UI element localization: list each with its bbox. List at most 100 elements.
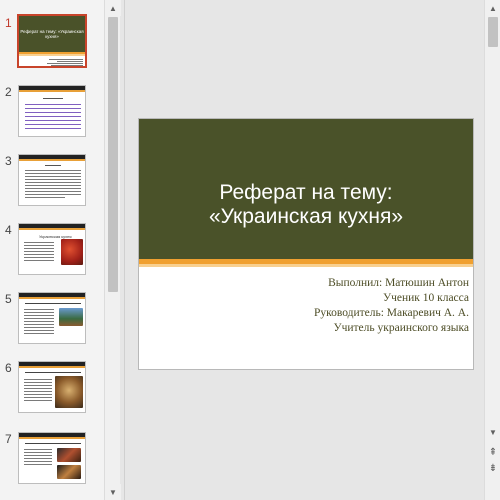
slide-thumbnail-pane: 1 Реферат на тему: «Украинская кухня» 2	[0, 0, 104, 500]
slide-thumbnail-7[interactable]	[18, 432, 86, 484]
thumbnail-text-line	[24, 379, 52, 380]
thumbnail-text-line	[24, 318, 54, 319]
thumbnail-text-line	[24, 327, 54, 328]
scroll-up-icon[interactable]: ▲	[485, 0, 500, 16]
thumbnail-header-stripe	[19, 297, 85, 299]
slide-thumbnail-5[interactable]	[18, 292, 86, 344]
slide-thumbnail-1[interactable]: Реферат на тему: «Украинская кухня»	[17, 14, 87, 68]
thumbnail-text-line	[24, 309, 54, 310]
thumbnail-text-line	[24, 330, 54, 331]
thumbnail-text-line	[24, 400, 52, 401]
thumbnail-text-line	[24, 464, 52, 465]
current-slide[interactable]: Реферат на тему: «Украинская кухня» Выпо…	[138, 118, 474, 370]
presentation-editor: 1 Реферат на тему: «Украинская кухня» 2	[0, 0, 500, 500]
previous-slide-icon[interactable]: ⇞	[485, 444, 500, 460]
thumbnail-text-line	[24, 312, 54, 313]
thumbnail-text-line	[25, 108, 81, 109]
thumbnail-title: Реферат на тему: «Украинская кухня»	[20, 29, 84, 39]
food-photo	[61, 239, 83, 265]
thumbnail-text-line	[25, 179, 81, 180]
thumbnail-text-line	[24, 321, 54, 322]
food-photo	[57, 465, 81, 479]
slide-subtitle[interactable]: Выполнил: Матюшин Антон Ученик 10 класса…	[314, 276, 469, 336]
scrollbar-thumb[interactable]	[488, 17, 498, 47]
scroll-down-icon[interactable]: ▼	[105, 484, 121, 500]
thumbnail-text-line	[25, 197, 65, 198]
thumbnail-scrollbar[interactable]: ▲ ▼	[104, 0, 121, 500]
thumbnail-header-stripe	[19, 90, 85, 92]
thumbnail-text-line	[25, 104, 81, 105]
slide-number: 6	[5, 361, 12, 375]
slide-thumbnail-2[interactable]	[18, 85, 86, 137]
thumbnail-text-line	[24, 315, 54, 316]
thumbnail-text-line	[24, 397, 52, 398]
slide-editor-area: Реферат на тему: «Украинская кухня» Выпо…	[124, 0, 484, 500]
scroll-up-icon[interactable]: ▲	[105, 0, 121, 16]
thumbnail-text-line	[25, 188, 81, 189]
thumbnail-text-line	[24, 242, 54, 243]
slide-number: 2	[5, 85, 12, 99]
thumbnail-text-line	[25, 112, 81, 113]
thumbnail-text-line	[24, 388, 52, 389]
thumbnail-text-line	[24, 382, 52, 383]
thumbnail-row-2[interactable]: 2	[0, 85, 104, 145]
thumbnail-text-line	[25, 176, 81, 177]
thumbnail-text-line	[24, 260, 54, 261]
thumbnail-text-line	[24, 452, 52, 453]
slide-thumbnail-4[interactable]: Украинская кухня	[18, 223, 86, 275]
slide-thumbnail-6[interactable]	[18, 361, 86, 413]
thumbnail-text-line	[25, 194, 81, 195]
thumbnail-text-line	[24, 324, 54, 325]
thumbnail-text-line	[24, 449, 52, 450]
thumbnail-text-line	[25, 116, 81, 117]
thumbnail-text-line	[49, 59, 83, 60]
thumbnail-header-stripe	[19, 228, 85, 230]
thumbnail-row-4[interactable]: 4 Украинская кухня	[0, 223, 104, 283]
thumbnail-text-line	[25, 120, 81, 121]
thumbnail-text-line	[25, 124, 81, 125]
slide-scrollbar[interactable]: ▲ ▼ ⇞ ⇟	[484, 0, 500, 500]
thumbnail-text-line	[24, 394, 52, 395]
slide-title[interactable]: Реферат на тему: «Украинская кухня»	[139, 181, 473, 229]
thumbnail-row-3[interactable]: 3	[0, 154, 104, 214]
thumbnail-text-line	[24, 254, 54, 255]
slide-thumbnail-3[interactable]	[18, 154, 86, 206]
thumbnail-text-line	[24, 458, 52, 459]
thumbnail-text-line	[25, 182, 81, 183]
food-photo	[57, 448, 81, 462]
thumbnail-row-7[interactable]: 7	[0, 432, 104, 492]
slide-number: 1	[5, 16, 12, 30]
food-photo	[55, 376, 83, 408]
accent-stripe-light	[139, 264, 473, 267]
thumbnail-text-line	[24, 248, 54, 249]
grade-line: Ученик 10 класса	[382, 292, 469, 304]
thumbnail-heading	[43, 98, 63, 99]
thumbnail-heading	[25, 443, 81, 444]
author-line: Выполнил: Матюшин Антон	[328, 277, 469, 289]
thumbnail-header-stripe	[19, 159, 85, 161]
supervisor-line: Руководитель: Макаревич А. А.	[313, 307, 469, 319]
supervisor-role-line: Учитель украинского языка	[333, 322, 469, 334]
slide-number: 7	[5, 432, 12, 446]
scroll-down-icon[interactable]: ▼	[485, 424, 500, 440]
next-slide-icon[interactable]: ⇟	[485, 460, 500, 476]
slide-number: 5	[5, 292, 12, 306]
thumbnail-text-line	[25, 191, 81, 192]
scrollbar-thumb[interactable]	[108, 17, 118, 292]
thumbnail-text-line	[24, 257, 54, 258]
thumbnail-text-line	[47, 63, 83, 64]
thumbnail-text-line	[24, 251, 54, 252]
thumbnail-row-6[interactable]: 6	[0, 361, 104, 421]
thumbnail-header-stripe	[19, 437, 85, 439]
thumbnail-row-5[interactable]: 5	[0, 292, 104, 352]
thumbnail-heading	[25, 303, 81, 304]
slide-title-line-1: Реферат на тему:	[219, 181, 393, 204]
thumbnail-text-line	[25, 128, 81, 129]
thumbnail-text-line	[24, 455, 52, 456]
thumbnail-heading	[45, 165, 61, 166]
landscape-photo	[59, 308, 83, 326]
slide-number: 4	[5, 223, 12, 237]
thumbnail-text-line	[24, 245, 54, 246]
thumbnail-row-1[interactable]: 1 Реферат на тему: «Украинская кухня»	[0, 14, 104, 76]
thumbnail-text-line	[24, 385, 52, 386]
